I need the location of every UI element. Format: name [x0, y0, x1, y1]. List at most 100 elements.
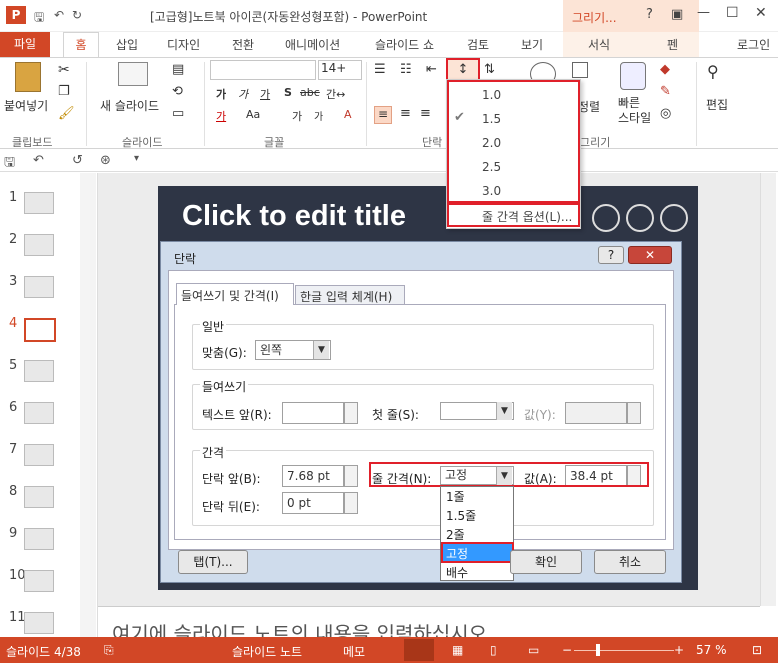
indent-icon[interactable]: ⇤	[426, 62, 437, 77]
copy-icon[interactable]: ❐	[58, 84, 70, 99]
tab-transitions[interactable]: 전환	[232, 36, 254, 53]
chevron-down-icon[interactable]: ▼	[313, 341, 329, 359]
undo-icon[interactable]: ↶	[54, 8, 64, 22]
tab-review[interactable]: 검토	[467, 36, 489, 53]
paste-icon[interactable]	[15, 62, 41, 92]
customize-qat-icon[interactable]: ▾	[134, 153, 139, 164]
slide-thumbnail[interactable]	[24, 528, 54, 550]
tab-pen[interactable]: 펜	[667, 36, 678, 53]
align-center-icon[interactable]: ≡	[400, 106, 411, 121]
slide-title[interactable]: Click to edit title	[182, 200, 406, 233]
tab-animations[interactable]: 애니메이션	[285, 36, 340, 53]
bullets-icon[interactable]: ☰	[374, 62, 386, 77]
slide-thumbnail[interactable]	[24, 276, 54, 298]
font-color-button[interactable]: 가	[216, 108, 226, 124]
redo-icon[interactable]: ↻	[72, 8, 82, 22]
before-input[interactable]: 7.68 pt	[282, 465, 344, 487]
slide-thumbnail[interactable]	[24, 444, 54, 466]
chevron-down-icon[interactable]: ▼	[496, 402, 512, 420]
slide-scrollbar[interactable]	[760, 173, 776, 606]
ok-button[interactable]: 확인	[510, 550, 582, 574]
tab-korean-input[interactable]: 한글 입력 체계(H)	[295, 285, 405, 305]
zoom-level[interactable]: 57 %	[696, 643, 727, 657]
shape-fill-icon[interactable]: ◆	[660, 62, 670, 77]
quick-style-icon[interactable]	[620, 62, 646, 90]
format-painter-icon[interactable]: 🖌	[58, 106, 75, 121]
zoom-slider[interactable]	[574, 650, 674, 651]
cut-icon[interactable]: ✂	[58, 62, 70, 78]
repeat-icon[interactable]: ↺	[72, 153, 83, 168]
help-icon[interactable]: ?	[646, 7, 653, 22]
spelling-icon[interactable]: ⎘	[104, 643, 114, 658]
underline-button[interactable]: 가	[260, 86, 270, 102]
char-spacing-button[interactable]: 간↔	[326, 86, 345, 102]
save-icon[interactable]: 🖫	[4, 153, 15, 175]
comments-button[interactable]: 메모	[343, 643, 365, 660]
arrange-icon[interactable]	[572, 62, 588, 78]
grow-font-button[interactable]: 가	[292, 108, 302, 124]
find-icon[interactable]: ⚲	[707, 62, 719, 81]
line-spacing-list-item[interactable]: 1줄	[446, 488, 465, 505]
zoom-out-icon[interactable]: −	[562, 643, 572, 657]
tab-indent-spacing[interactable]: 들여쓰기 및 간격(I)	[176, 283, 294, 305]
zoom-in-icon[interactable]: +	[674, 643, 684, 657]
before-text-input[interactable]	[282, 402, 344, 424]
dialog-close-button[interactable]: ✕	[628, 246, 672, 264]
arrange-button[interactable]: 정렬	[578, 98, 600, 115]
clear-format-button[interactable]: A	[344, 108, 352, 121]
slide-thumbnail[interactable]	[24, 402, 54, 424]
layout-icon[interactable]: ▤	[172, 62, 184, 77]
bold-button[interactable]: 가	[216, 86, 226, 102]
italic-button[interactable]: 가	[238, 86, 248, 102]
reading-view-icon[interactable]: ▯	[490, 643, 497, 657]
align-right-icon[interactable]: ≡	[420, 106, 431, 121]
slide-thumbnail[interactable]	[24, 486, 54, 508]
login-link[interactable]: 로그인	[737, 36, 770, 53]
tab-slideshow[interactable]: 슬라이드 쇼	[375, 36, 434, 53]
new-slide-icon[interactable]	[118, 62, 148, 86]
minimize-button[interactable]: —	[697, 5, 710, 20]
paste-button[interactable]: 붙여넣기	[4, 97, 48, 114]
font-name-combo[interactable]	[210, 60, 316, 80]
slide-thumbnail[interactable]	[24, 570, 54, 592]
before-text-spinner[interactable]	[344, 402, 358, 424]
tab-insert[interactable]: 삽입	[116, 36, 138, 53]
tab-design[interactable]: 디자인	[167, 36, 200, 53]
zoom-slider-thumb[interactable]	[596, 644, 600, 656]
shadow-button[interactable]: S	[284, 86, 292, 99]
tab-view[interactable]: 보기	[521, 36, 543, 53]
tabs-button[interactable]: 탭(T)...	[178, 550, 248, 574]
slide-thumbnail[interactable]	[24, 234, 54, 256]
slide-thumbnail[interactable]	[24, 192, 54, 214]
font-size-combo[interactable]: 14+	[318, 60, 362, 80]
line-spacing-list-item[interactable]: 2줄	[446, 526, 465, 543]
slideshow-view-icon[interactable]: ▭	[528, 643, 539, 657]
editing-button[interactable]: 편집	[706, 96, 728, 113]
undo-icon[interactable]: ↶	[33, 153, 44, 168]
shape-effects-icon[interactable]: ◎	[660, 106, 671, 121]
section-icon[interactable]: ▭	[172, 106, 184, 121]
align-left-icon[interactable]: ≡	[374, 106, 392, 124]
fit-to-window-icon[interactable]: ⊡	[752, 643, 762, 657]
sorter-view-icon[interactable]: ▦	[452, 643, 463, 657]
notes-button[interactable]: 슬라이드 노트	[232, 643, 302, 660]
tab-format[interactable]: 서식	[588, 36, 610, 53]
ribbon-display-icon[interactable]: ▣	[671, 7, 683, 22]
slide-thumbnail[interactable]	[24, 360, 54, 382]
save-icon[interactable]: 🖫	[34, 8, 44, 29]
after-input[interactable]: 0 pt	[282, 492, 344, 514]
before-spinner[interactable]	[344, 465, 358, 487]
line-spacing-list-item[interactable]: 배수	[446, 564, 468, 581]
normal-view-icon[interactable]	[404, 639, 434, 661]
line-spacing-list-item[interactable]: 1.5줄	[446, 507, 476, 524]
slide-thumbnail[interactable]	[24, 612, 54, 634]
cancel-button[interactable]: 취소	[594, 550, 666, 574]
new-slide-button[interactable]: 새 슬라이드	[100, 97, 159, 114]
reset-icon[interactable]: ⟲	[172, 84, 183, 99]
change-case-button[interactable]: Aa	[246, 108, 260, 121]
slide-thumbnail[interactable]	[24, 318, 56, 342]
dialog-help-button[interactable]: ?	[598, 246, 624, 264]
start-slideshow-icon[interactable]: ⊛	[100, 153, 111, 168]
close-button[interactable]: ✕	[755, 5, 767, 21]
quick-style-button[interactable]: 빠른 스타일	[618, 96, 651, 126]
